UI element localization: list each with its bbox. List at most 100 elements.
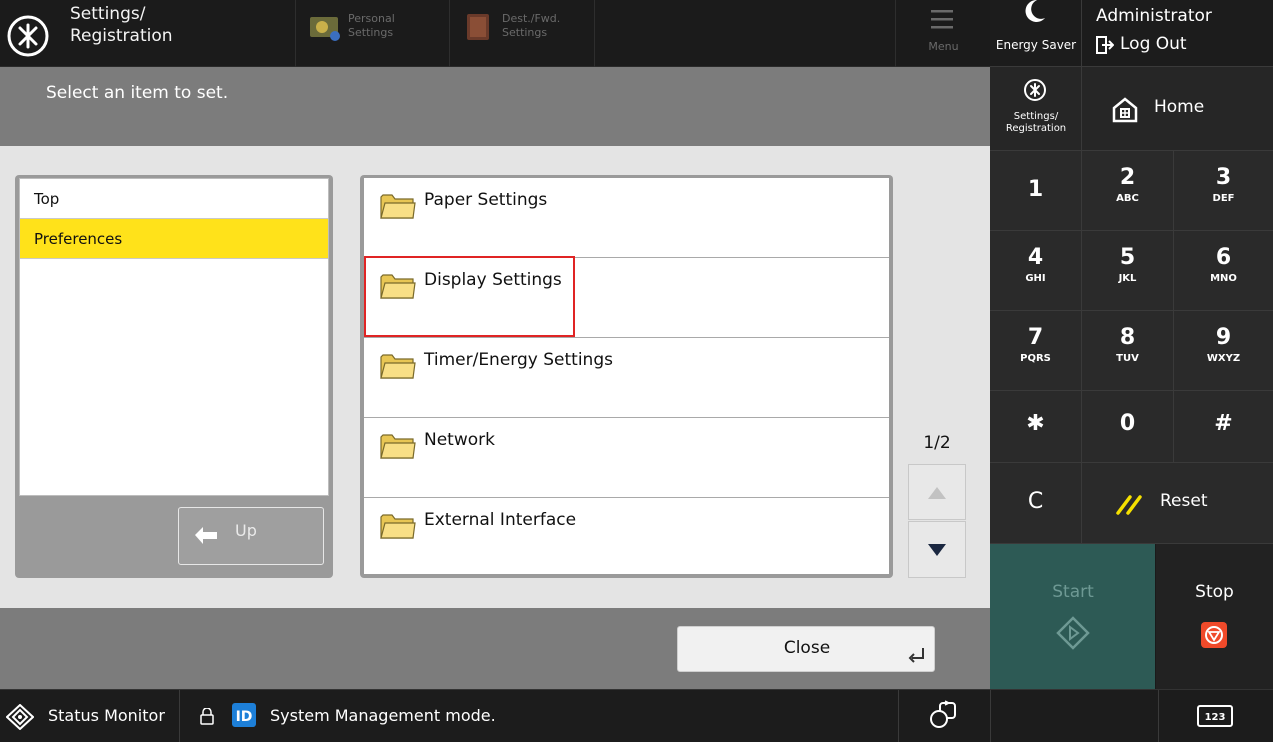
key-3[interactable]: 3 DEF [1174, 151, 1273, 231]
start-button[interactable]: Start [990, 544, 1156, 689]
key-5-letters: JKL [1118, 273, 1137, 284]
key-4-letters: GHI [1025, 273, 1046, 284]
scroll-down-button[interactable] [908, 521, 966, 578]
up-button[interactable]: Up [178, 507, 324, 565]
mode-status-text: System Management mode. [270, 706, 496, 725]
logout-button[interactable]: Log Out [1120, 34, 1187, 54]
key-asterisk[interactable]: ✱ [990, 391, 1082, 463]
key-3-label: 3 [1215, 165, 1232, 190]
item-external-interface[interactable]: External Interface [364, 498, 889, 574]
item-network[interactable]: Network [364, 418, 889, 498]
item-timer-energy-settings[interactable]: Timer/Energy Settings [364, 338, 889, 418]
energy-saver-button[interactable]: Energy Saver [990, 0, 1082, 67]
key-9-label: 9 [1215, 325, 1232, 350]
user-name: Administrator [1096, 6, 1212, 26]
home-button[interactable]: Home [1082, 67, 1273, 151]
stop-icon [1201, 622, 1227, 648]
reset-label: Reset [1160, 491, 1208, 511]
personal-settings-icon [310, 17, 340, 41]
lock-icon [200, 708, 214, 725]
settings-registration-label: Settings/ Registration [1005, 111, 1067, 134]
triangle-down-icon [928, 544, 946, 556]
energy-saver-label: Energy Saver [995, 38, 1077, 52]
up-arrow-icon [195, 527, 217, 544]
item-label: External Interface [424, 510, 577, 530]
key-7[interactable]: 7 PQRS [990, 311, 1082, 391]
settings-registration-icon [7, 15, 49, 57]
switch-language-button[interactable] [898, 690, 990, 742]
key-6-label: 6 [1215, 245, 1232, 270]
dest-fwd-settings-label: Dest./Fwd. Settings [502, 12, 561, 39]
start-icon [1056, 616, 1090, 650]
key-2-letters: ABC [1116, 193, 1139, 204]
prompt-bar: Select an item to set. [0, 67, 990, 146]
key-3-letters: DEF [1212, 193, 1235, 204]
top-bar: Settings/ Registration Personal Settings… [0, 0, 990, 67]
close-label: Close [783, 638, 831, 658]
personal-settings-label: Personal Settings [348, 12, 395, 39]
divider [990, 690, 991, 742]
keypad-icon: 123 [1197, 705, 1233, 727]
key-6[interactable]: 6 MNO [1174, 231, 1273, 311]
key-asterisk-label: ✱ [1026, 411, 1045, 436]
key-8-label: 8 [1119, 325, 1136, 350]
item-paper-settings[interactable]: Paper Settings [364, 178, 889, 258]
numeric-keypad-button[interactable]: 123 [1158, 690, 1273, 742]
key-4[interactable]: 4 GHI [990, 231, 1082, 311]
logout-icon[interactable] [1096, 36, 1114, 54]
close-bar: Close [0, 608, 990, 689]
settings-registration-button[interactable]: Settings/ Registration [990, 67, 1082, 151]
key-6-letters: MNO [1210, 273, 1237, 284]
key-7-label: 7 [1027, 325, 1044, 350]
key-8[interactable]: 8 TUV [1082, 311, 1174, 391]
personal-settings-button[interactable]: Personal Settings [295, 0, 449, 67]
key-4-label: 4 [1027, 245, 1044, 270]
moon-icon [1025, 0, 1045, 22]
status-monitor-button[interactable]: Status Monitor [0, 690, 180, 742]
id-badge-text: ID [236, 709, 253, 725]
key-9-letters: WXYZ [1206, 353, 1241, 364]
item-label: Paper Settings [424, 190, 548, 210]
key-2[interactable]: 2 ABC [1082, 151, 1174, 231]
clear-button[interactable]: C [990, 463, 1082, 544]
id-icon: ID [232, 703, 256, 727]
key-5[interactable]: 5 JKL [1082, 231, 1174, 311]
key-hash[interactable]: # [1174, 391, 1273, 463]
key-8-letters: TUV [1116, 353, 1139, 364]
key-1[interactable]: 1 [990, 151, 1082, 231]
key-5-label: 5 [1119, 245, 1136, 270]
settings-tree: Top Preferences [19, 178, 329, 496]
key-0[interactable]: 0 [1082, 391, 1174, 463]
folder-icon [380, 194, 416, 219]
close-button[interactable]: Close [677, 626, 935, 672]
switch-icon [930, 700, 956, 728]
triangle-up-icon [928, 487, 946, 499]
folder-icon [380, 354, 416, 379]
menu-button[interactable]: Menu [895, 0, 990, 67]
status-monitor-icon [6, 704, 34, 730]
enter-icon [908, 648, 924, 663]
tree-item-top[interactable]: Top [20, 179, 328, 219]
main-area: Select an item to set. Top Preferences U… [0, 67, 990, 689]
items-panel: Paper Settings Display Settings Timer/En… [360, 175, 893, 578]
tree-panel: Top Preferences Up [15, 175, 333, 578]
folder-icon [380, 434, 416, 459]
stop-button[interactable]: Stop [1156, 544, 1273, 689]
up-label: Up [235, 521, 257, 540]
key-9[interactable]: 9 WXYZ [1174, 311, 1273, 391]
scroll-up-button[interactable] [908, 464, 966, 520]
keypad-badge-text: 123 [1205, 712, 1226, 723]
page-title: Settings/ Registration [70, 4, 173, 46]
item-label: Network [424, 430, 495, 450]
clear-label: C [1027, 489, 1044, 514]
reset-button[interactable]: Reset [1082, 463, 1273, 544]
tree-item-preferences[interactable]: Preferences [20, 219, 328, 259]
settings-item-list: Paper Settings Display Settings Timer/En… [364, 178, 889, 574]
instruction-text: Select an item to set. [46, 83, 229, 103]
dest-fwd-settings-button[interactable]: Dest./Fwd. Settings [449, 0, 595, 67]
key-hash-label: # [1214, 411, 1233, 436]
key-2-label: 2 [1119, 165, 1136, 190]
hamburger-icon [931, 10, 953, 29]
item-label: Timer/Energy Settings [424, 350, 613, 370]
key-7-letters: PQRS [1020, 353, 1051, 364]
